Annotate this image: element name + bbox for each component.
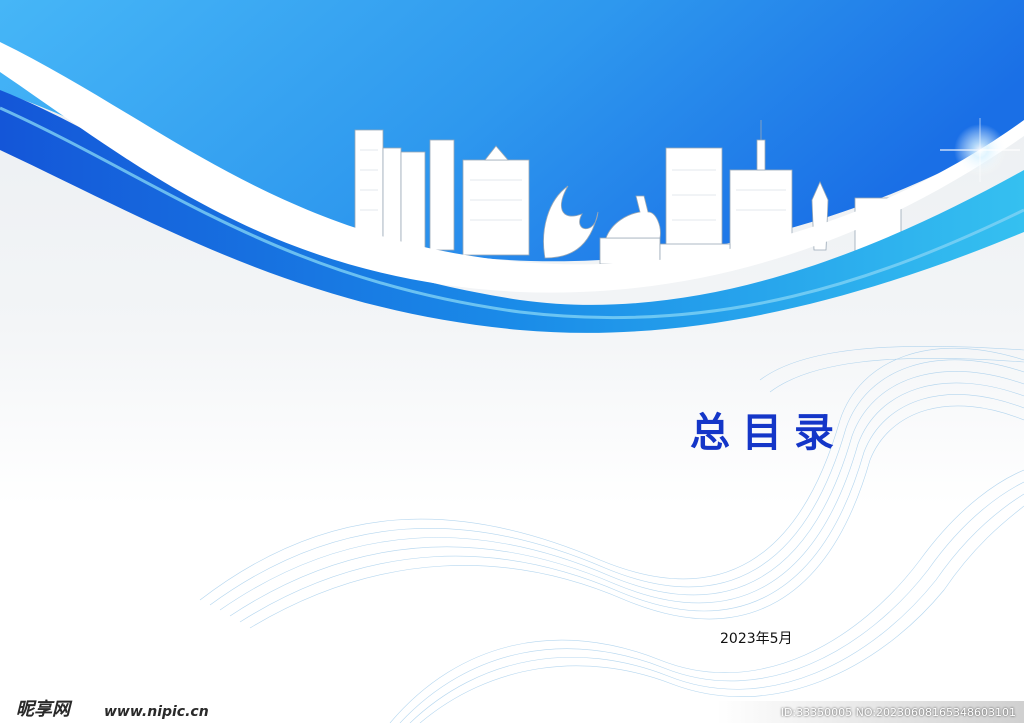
watermark-image-id: ID:33350005 NO:20230608165348603101 — [780, 706, 1016, 719]
document-date: 2023年5月 — [720, 631, 793, 647]
document-title: 总目录 — [690, 410, 846, 456]
cover-page: 总目录 2023年5月 昵享网 www.nipic.cn ID:33350005… — [0, 0, 1024, 723]
mesh-waves — [199, 345, 1024, 723]
watermark-site-logo: 昵享网 — [16, 699, 70, 720]
watermark-site-url: www.nipic.cn — [104, 704, 209, 720]
background-artwork — [0, 0, 1024, 723]
